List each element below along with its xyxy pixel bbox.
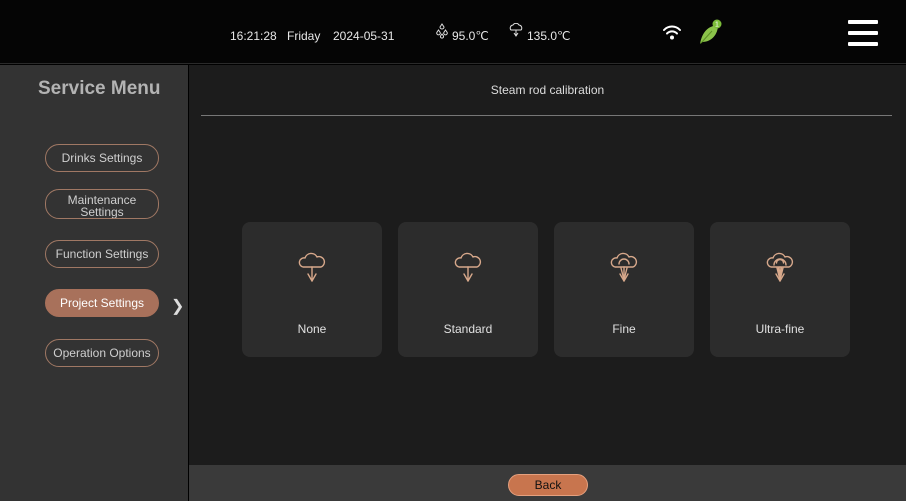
water-drops-icon (435, 23, 449, 44)
steam-temperature: 135.0℃ (527, 29, 571, 43)
chevron-right-icon: ❯ (171, 298, 185, 315)
option-card-none[interactable]: None (242, 222, 382, 357)
steam-ultra-fine-icon (766, 252, 794, 282)
status-bar: 16:21:28 Friday 2024-05-31 95.0℃ 135.0℃ (0, 0, 906, 64)
divider (201, 115, 892, 116)
sidebar: Service Menu Drinks Settings Maintenance… (0, 65, 188, 501)
sidebar-item-maintenance-settings[interactable]: Maintenance Settings (45, 189, 159, 219)
wifi-icon (662, 24, 682, 45)
option-card-fine[interactable]: Fine (554, 222, 694, 357)
weekday: Friday (287, 29, 321, 43)
main-panel: Steam rod calibration None Standard Fine… (189, 65, 906, 465)
steam-standard-icon (454, 252, 482, 282)
option-card-standard[interactable]: Standard (398, 222, 538, 357)
sidebar-item-project-settings[interactable]: Project Settings (45, 289, 159, 317)
steam-fine-icon (610, 252, 638, 282)
option-label: Fine (612, 322, 636, 336)
date: 2024-05-31 (333, 29, 395, 43)
option-label: Ultra-fine (755, 322, 805, 336)
option-label: None (297, 322, 327, 336)
steam-none-icon (298, 252, 326, 282)
steam-cloud-icon (508, 22, 524, 42)
page-title: Steam rod calibration (490, 83, 605, 97)
clock-time: 16:21:28 (230, 29, 277, 43)
eco-badge: 1 (715, 22, 719, 29)
hamburger-menu-icon[interactable] (848, 20, 878, 46)
sidebar-item-function-settings[interactable]: Function Settings (45, 240, 159, 268)
eco-leaf-icon: 1 (698, 18, 724, 51)
footer-bar: Back (189, 465, 906, 501)
sidebar-item-operation-options[interactable]: Operation Options (45, 339, 159, 367)
sidebar-title: Service Menu (38, 78, 161, 99)
sidebar-item-drinks-settings[interactable]: Drinks Settings (45, 144, 159, 172)
back-button[interactable]: Back (508, 474, 588, 496)
water-temperature: 95.0℃ (452, 29, 489, 43)
option-card-ultra-fine[interactable]: Ultra-fine (710, 222, 850, 357)
option-label: Standard (443, 322, 493, 336)
